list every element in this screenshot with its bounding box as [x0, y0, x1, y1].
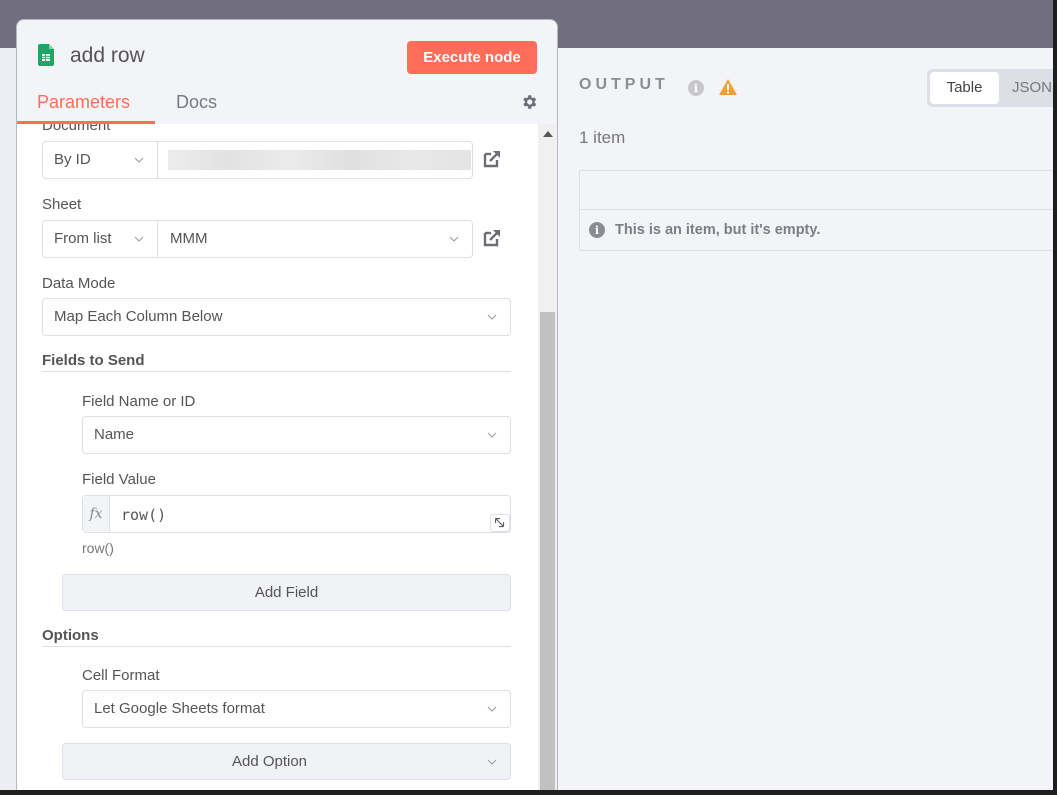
expression-fx-icon: fx	[83, 496, 110, 532]
field-value-label: Field Value	[82, 471, 156, 488]
cell-format-value: Let Google Sheets format	[94, 700, 265, 717]
field-value-input[interactable]: fx row()	[82, 495, 511, 533]
tab-table[interactable]: Table	[930, 72, 999, 104]
cell-format-label: Cell Format	[82, 667, 160, 684]
section-divider	[42, 371, 511, 372]
view-toggle: Table JSON	[927, 69, 1057, 107]
node-tabs: Parameters Docs	[17, 86, 557, 124]
parameters-scrollbar[interactable]	[538, 124, 557, 790]
chevron-down-icon	[487, 432, 497, 438]
field-name-select[interactable]: Name	[82, 416, 511, 454]
table-row: i This is an item, but it's empty.	[580, 210, 1057, 250]
document-field: By ID	[42, 141, 473, 179]
gear-icon[interactable]	[520, 93, 538, 111]
scroll-up-arrow-icon[interactable]	[543, 131, 553, 137]
tab-json[interactable]: JSON	[1007, 72, 1057, 104]
node-settings-panel: add row Execute node Parameters Docs Doc…	[16, 19, 558, 790]
node-title[interactable]: add row	[70, 44, 145, 68]
add-option-label: Add Option	[231, 753, 308, 770]
info-icon: i	[589, 222, 605, 238]
expand-editor-icon[interactable]	[490, 514, 510, 532]
sheet-select[interactable]: MMM	[159, 221, 472, 257]
sheet-mode-value: From list	[54, 230, 112, 247]
tab-docs[interactable]: Docs	[176, 92, 217, 113]
document-mode-value: By ID	[54, 151, 91, 168]
table-header	[580, 171, 1057, 210]
empty-item-message: This is an item, but it's empty.	[615, 222, 821, 238]
chevron-down-icon	[487, 706, 497, 712]
expression-preview: row()	[82, 540, 114, 556]
item-count: 1 item	[579, 128, 626, 147]
sheet-value: MMM	[170, 230, 208, 247]
field-value-expression: row()	[121, 506, 167, 524]
window-border	[0, 790, 1057, 795]
sheet-label: Sheet	[42, 196, 82, 213]
cell-format-select[interactable]: Let Google Sheets format	[82, 690, 511, 728]
document-mode-select[interactable]: By ID	[43, 142, 158, 178]
scrollbar-thumb[interactable]	[540, 312, 555, 790]
document-id-input[interactable]	[168, 150, 471, 170]
data-mode-select[interactable]: Map Each Column Below	[42, 298, 511, 336]
window-border	[1053, 0, 1057, 795]
data-mode-label: Data Mode	[42, 275, 116, 292]
section-divider	[42, 646, 511, 647]
chevron-down-icon	[134, 157, 144, 163]
output-title: OUTPUT	[579, 76, 669, 93]
chevron-down-icon	[487, 314, 497, 320]
execute-node-button[interactable]: Execute node	[407, 41, 537, 74]
info-icon[interactable]: i	[688, 80, 704, 96]
open-external-icon[interactable]	[482, 228, 502, 248]
sheet-field: From list MMM	[42, 220, 473, 258]
warning-icon[interactable]	[719, 79, 737, 95]
output-panel: OUTPUT i Table JSON 1 item i This is an …	[558, 48, 1057, 790]
chevron-down-icon	[487, 759, 497, 765]
field-name-value: Name	[94, 426, 135, 443]
document-label: Document	[42, 124, 111, 134]
chevron-down-icon	[134, 236, 144, 242]
parameters-list: Document By ID Sheet From list MMM Data …	[17, 124, 538, 790]
sheet-mode-select[interactable]: From list	[43, 221, 158, 257]
options-label: Options	[42, 627, 99, 644]
add-field-button[interactable]: Add Field	[62, 574, 511, 611]
add-option-button[interactable]: Add Option	[62, 743, 511, 780]
data-mode-value: Map Each Column Below	[54, 308, 223, 325]
google-sheets-icon	[38, 44, 54, 66]
open-external-icon[interactable]	[482, 149, 502, 169]
chevron-down-icon	[449, 236, 459, 242]
node-header: add row Execute node Parameters Docs	[17, 20, 557, 124]
output-table: i This is an item, but it's empty.	[579, 170, 1057, 251]
field-name-label: Field Name or ID	[82, 393, 196, 410]
tab-parameters[interactable]: Parameters	[37, 92, 130, 113]
input-panel-edge	[0, 48, 16, 790]
fields-to-send-label: Fields to Send	[42, 352, 145, 369]
